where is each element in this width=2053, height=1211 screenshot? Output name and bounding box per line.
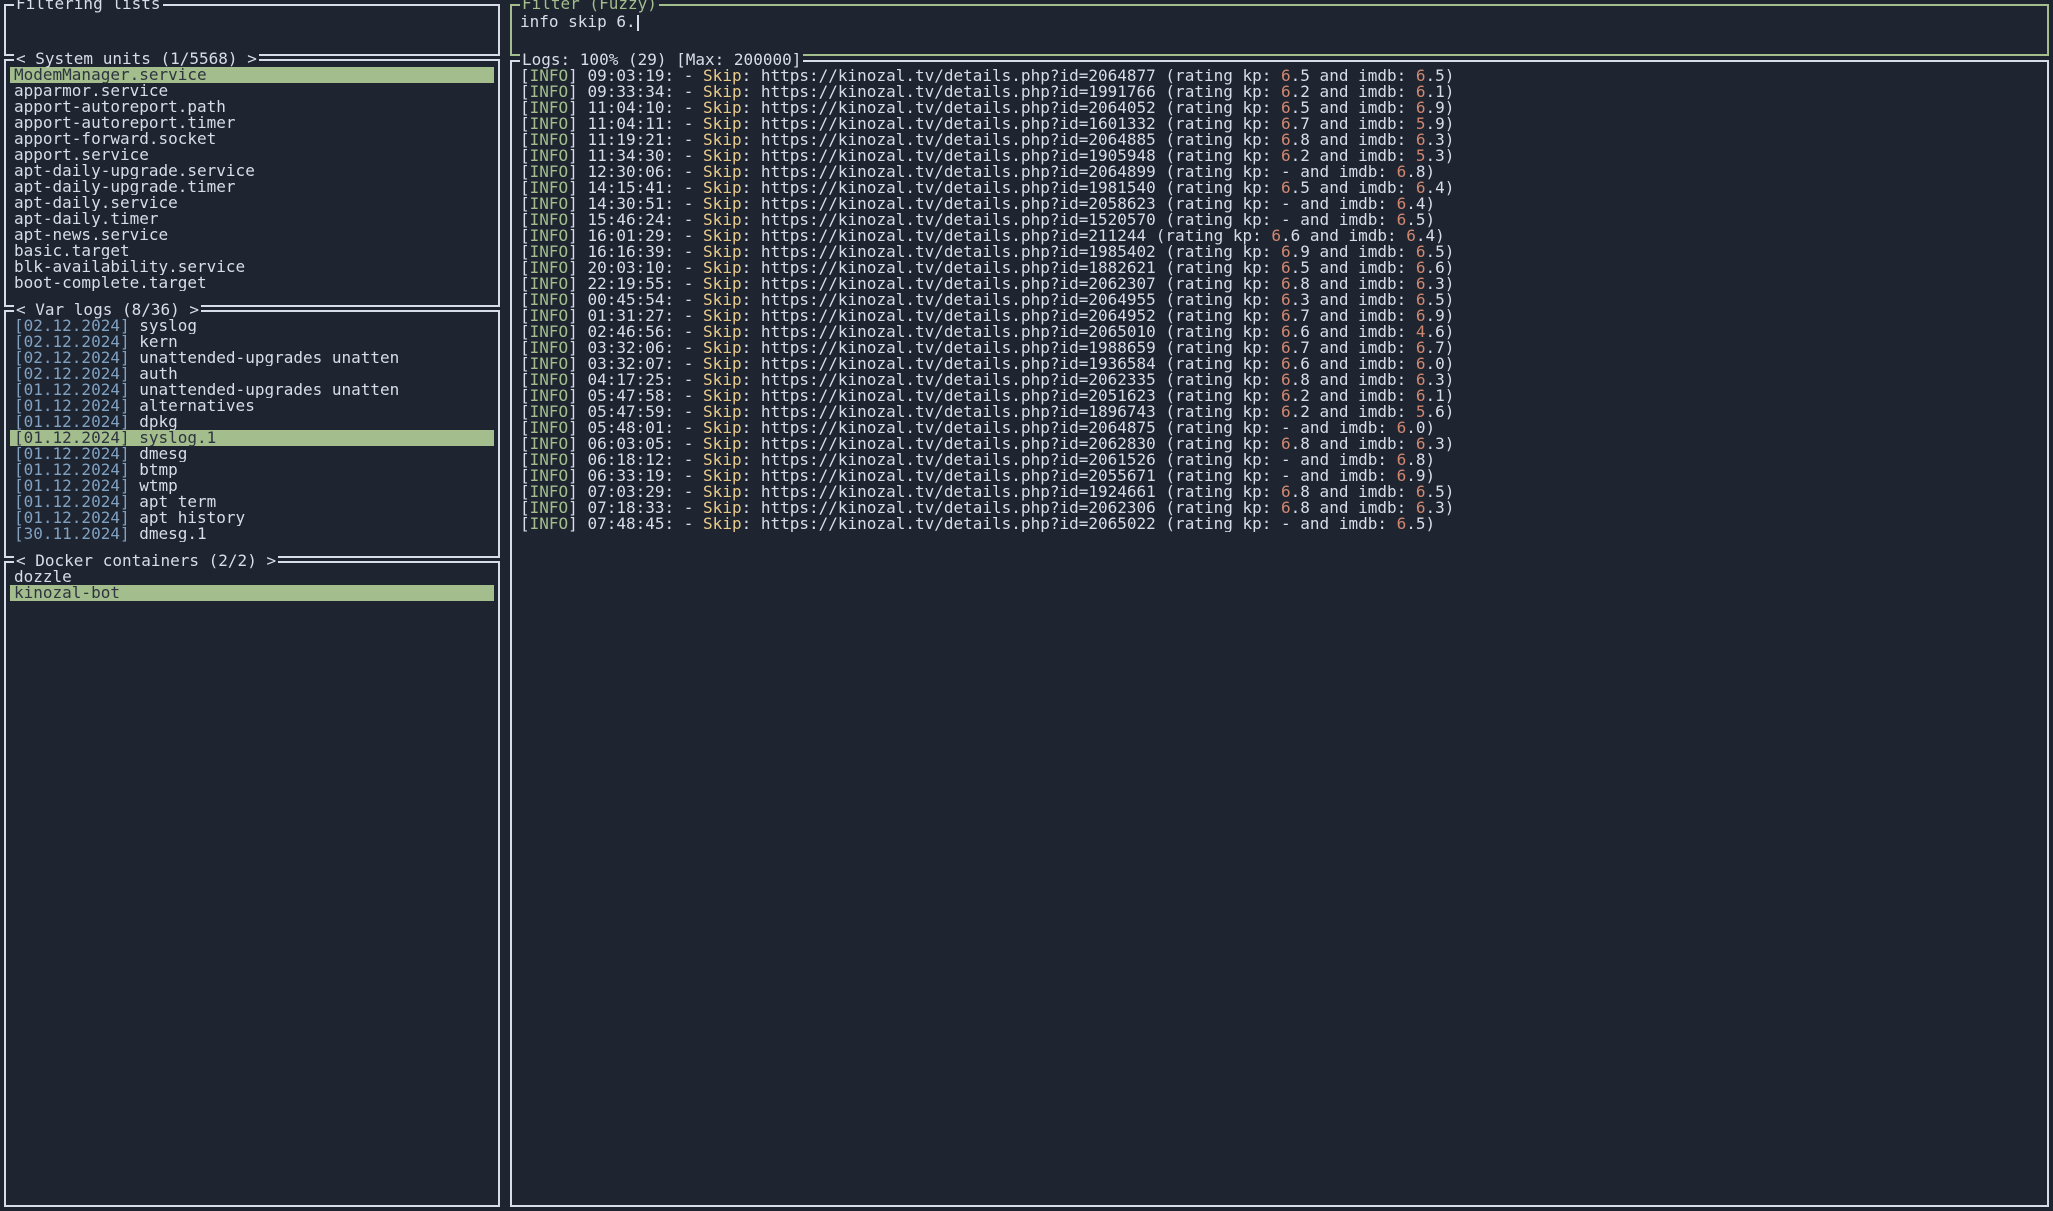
list-item[interactable]: [01.12.2024] wtmp (10, 478, 494, 494)
list-item[interactable]: apport-forward.socket (10, 131, 494, 147)
log-line: [INFO] 07:48:45: - Skip: https://kinozal… (516, 516, 2043, 532)
list-item[interactable]: [01.12.2024] syslog.1 (10, 430, 494, 446)
docker-list[interactable]: dozzlekinozal-bot (10, 569, 494, 601)
var-logs-list[interactable]: [02.12.2024] syslog[02.12.2024] kern[02.… (10, 318, 494, 542)
list-item[interactable]: [02.12.2024] auth (10, 366, 494, 382)
list-item[interactable]: apt-daily-upgrade.timer (10, 179, 494, 195)
logs-title: Logs: 100% (29) [Max: 200000] (520, 52, 803, 68)
list-item[interactable]: [02.12.2024] unattended-upgrades unatten (10, 350, 494, 366)
filtering-lists-title: Filtering lists (14, 0, 163, 12)
docker-title: < Docker containers (2/2) > (14, 553, 278, 569)
list-item[interactable]: [01.12.2024] apt history (10, 510, 494, 526)
list-item[interactable]: [01.12.2024] dmesg (10, 446, 494, 462)
filter-title: Filter (Fuzzy) (520, 0, 659, 12)
docker-panel: < Docker containers (2/2) > dozzlekinoza… (4, 561, 500, 1207)
filter-panel: Filter (Fuzzy) info skip 6. (510, 4, 2049, 56)
list-item[interactable]: dozzle (10, 569, 494, 585)
list-item[interactable]: apt-daily.service (10, 195, 494, 211)
list-item[interactable]: apparmor.service (10, 83, 494, 99)
list-item[interactable]: [30.11.2024] dmesg.1 (10, 526, 494, 542)
list-item[interactable]: [01.12.2024] alternatives (10, 398, 494, 414)
list-item[interactable]: apport.service (10, 147, 494, 163)
var-logs-title: < Var logs (8/36) > (14, 302, 201, 318)
system-units-title: < System units (1/5568) > (14, 51, 259, 67)
system-units-list[interactable]: ModemManager.serviceapparmor.serviceappo… (10, 67, 494, 291)
system-units-panel: < System units (1/5568) > ModemManager.s… (4, 59, 500, 307)
list-item[interactable]: blk-availability.service (10, 259, 494, 275)
list-item[interactable]: [02.12.2024] kern (10, 334, 494, 350)
list-item[interactable]: apt-daily.timer (10, 211, 494, 227)
list-item[interactable]: basic.target (10, 243, 494, 259)
list-item[interactable]: [01.12.2024] apt term (10, 494, 494, 510)
filtering-lists-input[interactable] (10, 12, 494, 35)
list-item[interactable]: apt-daily-upgrade.service (10, 163, 494, 179)
list-item[interactable]: apport-autoreport.path (10, 99, 494, 115)
filter-input[interactable]: info skip 6. (520, 12, 636, 31)
cursor-icon (637, 15, 639, 31)
list-item[interactable]: ModemManager.service (10, 67, 494, 83)
var-logs-panel: < Var logs (8/36) > [02.12.2024] syslog[… (4, 310, 500, 558)
list-item[interactable]: [02.12.2024] syslog (10, 318, 494, 334)
list-item[interactable]: apt-news.service (10, 227, 494, 243)
list-item[interactable]: [01.12.2024] btmp (10, 462, 494, 478)
logs-list[interactable]: [INFO] 09:03:19: - Skip: https://kinozal… (516, 68, 2043, 532)
list-item[interactable]: [01.12.2024] dpkg (10, 414, 494, 430)
list-item[interactable]: apport-autoreport.timer (10, 115, 494, 131)
logs-panel: Logs: 100% (29) [Max: 200000] [INFO] 09:… (510, 60, 2049, 1207)
list-item[interactable]: kinozal-bot (10, 585, 494, 601)
list-item[interactable]: boot-complete.target (10, 275, 494, 291)
list-item[interactable]: [01.12.2024] unattended-upgrades unatten (10, 382, 494, 398)
